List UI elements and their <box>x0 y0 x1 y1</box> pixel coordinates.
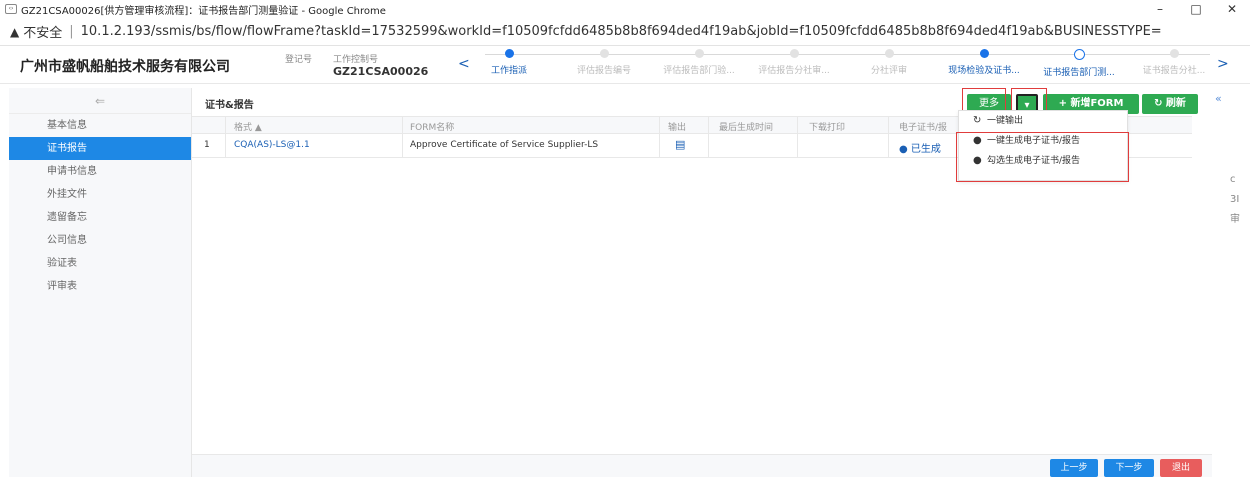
workflow-step[interactable]: 评估报告编号 <box>565 49 643 76</box>
col-format[interactable]: 格式 ▲ <box>234 120 262 133</box>
output-doc-icon[interactable]: ▤ <box>675 138 685 151</box>
step-label: 证书报告部门测... <box>1043 68 1115 78</box>
work-control-label: 工作控制号 <box>333 55 379 65</box>
step-dot-icon <box>1169 49 1179 58</box>
row-index: 1 <box>204 140 210 150</box>
step-dot-icon <box>1073 49 1085 60</box>
highlight-box-menu <box>956 132 1129 182</box>
address-separator: | <box>69 24 74 39</box>
company-name: 广州市盛帆船舶技术服务有限公司 <box>20 59 230 75</box>
step-dot-icon <box>504 49 514 58</box>
step-next-arrow-icon[interactable]: > <box>1217 56 1229 72</box>
step-prev-arrow-icon[interactable]: < <box>458 56 470 72</box>
col-last-gen-time: 最后生成时间 <box>719 123 774 133</box>
col-download-print: 下载打印 <box>809 123 846 133</box>
step-label: 证书报告分社... <box>1142 66 1206 76</box>
step-dot-icon <box>789 49 799 58</box>
work-control-value: GZ21CSA00026 <box>333 65 429 78</box>
step-label: 评估报告分社审... <box>758 66 830 76</box>
url-text[interactable]: 10.1.2.193/ssmis/bs/flow/flowFrame?taskI… <box>81 24 1161 39</box>
sidebar-item-review[interactable]: 评审表 <box>9 275 191 298</box>
sidebar-item-application-info[interactable]: 申请书信息 <box>9 160 191 183</box>
step-dot-icon <box>694 49 704 58</box>
maximize-icon[interactable]: □ <box>1178 0 1214 18</box>
footer-bar: 上一步 下一步 退出 <box>192 454 1212 477</box>
e-cert-status[interactable]: ● 已生成 <box>899 140 941 155</box>
sidebar-item-verification[interactable]: 验证表 <box>9 252 191 275</box>
col-e-cert: 电子证书/报 <box>899 123 948 133</box>
workflow-step[interactable]: 证书报告分社... <box>1135 49 1213 76</box>
step-label: 评估报告编号 <box>576 66 631 76</box>
sidebar-item-basic-info[interactable]: 基本信息 <box>9 114 191 137</box>
window-title: GZ21CSA00026[供方管理审核流程]：证书报告部门测量验证 - Goog… <box>21 5 386 17</box>
form-name-cell: Approve Certificate of Service Supplier-… <box>410 140 599 150</box>
insecure-label: 不安全 <box>23 26 63 41</box>
warning-icon: ▲ <box>10 24 20 39</box>
right-edge-fragment: c 3I 审 <box>1230 174 1240 225</box>
prev-step-button[interactable]: 上一步 <box>1050 459 1098 477</box>
sidebar-item-company-info[interactable]: 公司信息 <box>9 229 191 252</box>
main-panel: 证书&报告 更多 ▾ + 新增FORM ↻ 刷新 格式 ▲ FORM名称 输出 … <box>192 88 1212 477</box>
step-label: 工作指派 <box>490 66 527 76</box>
close-icon[interactable]: ✕ <box>1214 0 1250 18</box>
panel-collapse-icon[interactable]: « <box>1215 92 1222 105</box>
panel-title: 证书&报告 <box>205 100 254 111</box>
minimize-icon[interactable]: – <box>1142 0 1178 18</box>
refresh-icon: ↻ <box>973 115 982 126</box>
step-label: 分社评审 <box>870 66 907 76</box>
next-step-button[interactable]: 下一步 <box>1104 459 1154 477</box>
workflow-step[interactable]: 工作指派 <box>470 49 548 76</box>
page-favicon-icon: ‹› <box>5 4 17 14</box>
step-dot-icon <box>979 49 989 58</box>
app-header: 广州市盛帆船舶技术服务有限公司 登记号 工作控制号 GZ21CSA00026 <… <box>0 46 1250 84</box>
exit-button[interactable]: 退出 <box>1160 459 1202 477</box>
window-controls: – □ ✕ <box>1142 0 1250 18</box>
reg-no-label: 登记号 <box>285 55 313 65</box>
menu-item-one-click-output[interactable]: ↻ 一键输出 <box>959 111 1127 131</box>
browser-title-bar: ‹› GZ21CSA00026[供方管理审核流程]：证书报告部门测量验证 - G… <box>0 0 1250 18</box>
workflow-step[interactable]: 分社评审 <box>850 49 928 76</box>
step-label: 评估报告部门验... <box>663 66 735 76</box>
sidebar: ⇐ 基本信息 证书报告 申请书信息 外挂文件 遗留备忘 公司信息 验证表 评审表 <box>9 88 192 477</box>
format-link[interactable]: CQA(AS)-LS@1.1 <box>234 140 310 150</box>
sidebar-collapse-icon[interactable]: ⇐ <box>9 88 191 114</box>
step-dot-icon <box>599 49 609 58</box>
col-output: 输出 <box>668 123 687 133</box>
workflow-step[interactable]: 评估报告部门验... <box>660 49 738 76</box>
workflow-step[interactable]: 证书报告部门测... <box>1040 49 1118 78</box>
sidebar-item-attachments[interactable]: 外挂文件 <box>9 183 191 206</box>
menu-item-label: 一键输出 <box>987 116 1024 126</box>
step-dot-icon <box>884 49 894 58</box>
workflow-step[interactable]: 评估报告分社审... <box>755 49 833 76</box>
col-form-name: FORM名称 <box>410 123 455 133</box>
step-label: 现场检验及证书... <box>948 66 1020 76</box>
refresh-button[interactable]: ↻ 刷新 <box>1142 94 1198 114</box>
sidebar-item-memo[interactable]: 遗留备忘 <box>9 206 191 229</box>
address-bar[interactable]: ▲ 不安全 | 10.1.2.193/ssmis/bs/flow/flowFra… <box>0 18 1250 46</box>
sidebar-item-cert-report[interactable]: 证书报告 <box>9 137 191 160</box>
workflow-step[interactable]: 现场检验及证书... <box>945 49 1023 76</box>
